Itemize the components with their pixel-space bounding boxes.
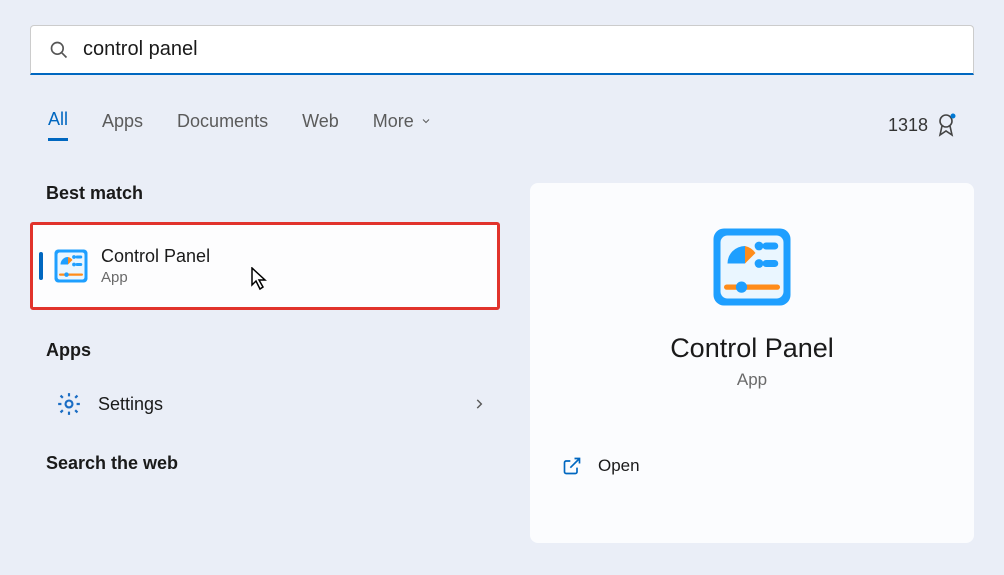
section-search-web: Search the web (40, 453, 530, 474)
result-subtitle: App (101, 269, 210, 286)
apps-result-settings[interactable]: Settings (40, 379, 500, 429)
tab-more[interactable]: More (373, 109, 432, 141)
detail-column: Control Panel App Open (530, 183, 974, 543)
open-action[interactable]: Open (558, 450, 644, 482)
detail-subtitle: App (737, 370, 767, 390)
open-icon (562, 456, 582, 476)
rewards-points-value: 1318 (888, 115, 928, 136)
tab-web[interactable]: Web (302, 109, 339, 141)
search-input[interactable] (83, 38, 955, 61)
tab-documents[interactable]: Documents (177, 109, 268, 141)
open-label: Open (598, 456, 640, 476)
best-match-result[interactable]: Control Panel App (30, 222, 500, 310)
detail-panel: Control Panel App Open (530, 183, 974, 543)
section-best-match: Best match (40, 183, 530, 204)
tab-apps[interactable]: Apps (102, 109, 143, 141)
detail-title: Control Panel (670, 333, 834, 364)
control-panel-icon-large (710, 225, 794, 309)
chevron-right-icon (472, 397, 486, 411)
search-box[interactable] (30, 25, 974, 75)
result-title: Control Panel (101, 246, 210, 267)
chevron-down-icon (420, 115, 432, 127)
control-panel-icon (53, 248, 89, 284)
rewards-points[interactable]: 1318 (888, 113, 956, 137)
tab-more-label: More (373, 111, 414, 132)
cursor-icon (251, 267, 269, 291)
results-column: Best match Control Panel App (0, 183, 530, 543)
gear-icon (56, 391, 82, 417)
section-apps: Apps (40, 340, 530, 361)
search-container (30, 25, 974, 75)
list-item-label: Settings (98, 394, 472, 415)
rewards-medal-icon (936, 113, 956, 137)
selection-indicator (39, 252, 43, 280)
filter-tabs-row: All Apps Documents Web More 1318 (48, 109, 956, 141)
tab-all[interactable]: All (48, 109, 68, 141)
search-icon (49, 40, 69, 60)
